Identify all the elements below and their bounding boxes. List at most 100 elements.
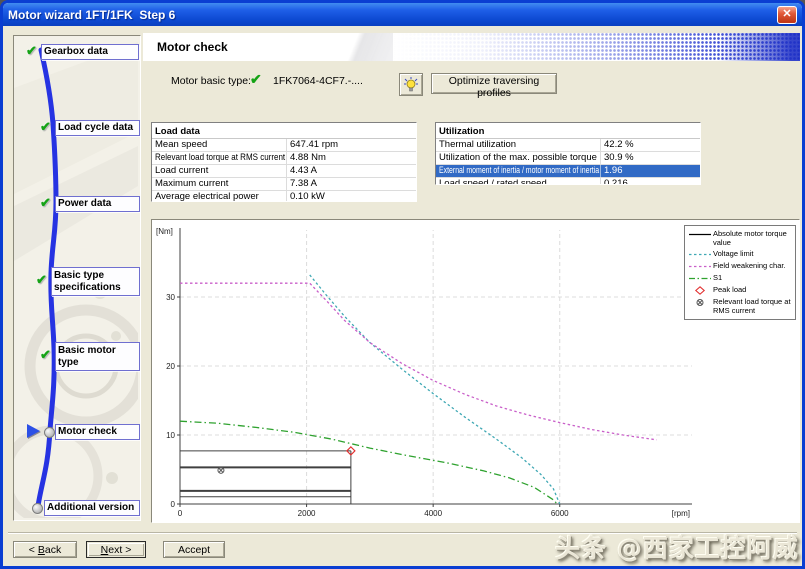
y-tick-label: 30 — [166, 293, 175, 302]
back-button[interactable]: < Back — [13, 541, 77, 558]
title-bar[interactable]: Motor wizard 1FT/1FK Step 6 ✕ — [3, 3, 802, 26]
optimize-traversing-profiles-button[interactable]: Optimize traversing profiles — [431, 73, 557, 94]
current-step-arrow-icon — [27, 424, 40, 438]
legend-label: S1 — [713, 273, 793, 282]
legend-item-relevant-load-torque-at-rms-current: Relevant load torque at RMS current — [687, 297, 793, 315]
legend-label: Absolute motor torque value — [713, 229, 793, 247]
row-value: 4.88 Nm — [287, 152, 416, 164]
utilization-table-title: Utilization — [436, 126, 700, 139]
row-value: 0.10 kW — [287, 191, 416, 202]
row-value: 4.43 A — [287, 165, 416, 177]
sidebar-item-basic-motor-type[interactable]: Basic motor type — [55, 342, 140, 371]
section-header-band: Motor check — [143, 33, 800, 61]
hint-lightbulb-button[interactable] — [399, 73, 423, 96]
load-data-table: Load data Mean speed647.41 rpmRelevant l… — [151, 122, 417, 202]
row-value: 42.2 % — [601, 139, 700, 151]
legend-swatch — [687, 249, 713, 259]
wizard-window: Motor wizard 1FT/1FK Step 6 ✕ ✔Gearbox d… — [0, 0, 805, 569]
row-label: Thermal utilization — [436, 139, 601, 151]
chart-legend: Absolute motor torque value Voltage limit… — [684, 225, 796, 320]
x-tick-label: 2000 — [298, 509, 316, 518]
table-row[interactable]: External moment of inertia / motor momen… — [436, 165, 700, 178]
row-label: Load speed / rated speed — [436, 178, 601, 185]
section-title: Motor check — [157, 40, 228, 54]
row-label: External moment of inertia / motor momen… — [436, 165, 601, 177]
footer-separator — [8, 532, 797, 534]
table-row: Average electrical power0.10 kW — [152, 191, 416, 202]
row-label: Load current — [152, 165, 287, 177]
halftone-gradient — [393, 33, 800, 61]
diamond-icon — [688, 286, 712, 295]
legend-item-peak-load: Peak load — [687, 285, 793, 295]
sidebar-item-load-cycle-data[interactable]: Load cycle data — [55, 120, 140, 136]
row-label: Mean speed — [152, 139, 287, 151]
row-label: Maximum current — [152, 178, 287, 190]
circle-x-icon — [688, 298, 712, 307]
y-tick-label: 10 — [166, 431, 175, 440]
sidebar-item-label: Load cycle data — [58, 122, 133, 134]
legend-item-s1: S1 — [687, 273, 793, 283]
step-node-circle — [44, 427, 55, 438]
table-row: Mean speed647.41 rpm — [152, 139, 416, 152]
legend-swatch — [687, 297, 713, 307]
legend-item-voltage-limit: Voltage limit — [687, 249, 793, 259]
legend-label: Voltage limit — [713, 249, 793, 258]
sidebar-item-label: Additional version — [47, 502, 134, 514]
legend-swatch — [687, 285, 713, 295]
x-tick-label: 4000 — [424, 509, 442, 518]
row-label: Utilization of the max. possible torque — [436, 152, 601, 164]
legend-swatch — [687, 229, 713, 239]
legend-swatch — [687, 273, 713, 283]
table-row[interactable]: Utilization of the max. possible torque3… — [436, 152, 700, 165]
legend-label: Relevant load torque at RMS current — [713, 297, 793, 315]
row-value: 1.96 — [601, 165, 700, 177]
step-node-circle — [32, 503, 43, 514]
y-axis-unit-label: [Nm] — [156, 227, 173, 236]
watermark: 头条 @西家工控阿威 — [555, 529, 799, 565]
line-dashdot-icon — [688, 274, 712, 283]
wizard-step-sidebar: ✔Gearbox data✔Load cycle data✔Power data… — [13, 35, 141, 521]
sidebar-item-label: Motor check — [58, 426, 117, 438]
accept-button[interactable]: Accept — [163, 541, 225, 558]
legend-label: Field weakening char. — [713, 261, 793, 270]
sidebar-item-additional-version[interactable]: Additional version — [44, 500, 140, 516]
window-title: Motor wizard 1FT/1FK Step 6 — [8, 8, 175, 22]
utilization-table: Utilization Thermal utilization42.2 %Uti… — [435, 122, 701, 185]
close-icon[interactable]: ✕ — [777, 6, 797, 24]
motor-basic-type-label: Motor basic type: — [171, 75, 251, 87]
sidebar-item-power-data[interactable]: Power data — [55, 196, 140, 212]
x-axis-unit-label: [rpm] — [672, 509, 690, 518]
row-value: 0.216 — [601, 178, 700, 185]
sidebar-item-label: Gearbox data — [44, 46, 108, 58]
row-label: Relevant load torque at RMS current — [152, 152, 287, 164]
table-row: Load current4.43 A — [152, 165, 416, 178]
table-row[interactable]: Load speed / rated speed0.216 — [436, 178, 700, 185]
legend-swatch — [687, 261, 713, 271]
next-button[interactable]: Next > — [86, 541, 146, 558]
load-data-table-title: Load data — [152, 126, 416, 139]
line-dashed-icon — [688, 250, 712, 259]
series-field-weakening-char — [180, 283, 657, 440]
torque-speed-chart-panel: 02000400060000102030[Nm][rpm] Absolute m… — [151, 219, 800, 523]
row-label: Average electrical power — [152, 191, 287, 202]
line-dashed-icon — [688, 262, 712, 271]
legend-item-absolute-motor-torque-value: Absolute motor torque value — [687, 229, 793, 247]
y-tick-label: 20 — [166, 362, 175, 371]
legend-item-field-weakening-char: Field weakening char. — [687, 261, 793, 271]
series-voltage-limit — [310, 275, 560, 504]
legend-label: Peak load — [713, 285, 793, 294]
table-row[interactable]: Thermal utilization42.2 % — [436, 139, 700, 152]
table-row: Maximum current7.38 A — [152, 178, 416, 191]
table-row: Relevant load torque at RMS current4.88 … — [152, 152, 416, 165]
row-value: 7.38 A — [287, 178, 416, 190]
lightbulb-icon — [404, 77, 418, 92]
x-tick-label: 0 — [178, 509, 183, 518]
sidebar-item-gearbox-data[interactable]: Gearbox data — [41, 44, 139, 60]
sidebar-item-motor-check[interactable]: Motor check — [55, 424, 140, 440]
motor-basic-type-value: 1FK7064-4CF7.-.... — [273, 75, 363, 87]
sidebar-item-label: Power data — [58, 198, 111, 210]
row-value: 647.41 rpm — [287, 139, 416, 151]
sidebar-item-basic-type-specifications[interactable]: Basic type specifications — [51, 267, 140, 296]
line-solid-icon — [688, 230, 712, 239]
x-tick-label: 6000 — [551, 509, 569, 518]
